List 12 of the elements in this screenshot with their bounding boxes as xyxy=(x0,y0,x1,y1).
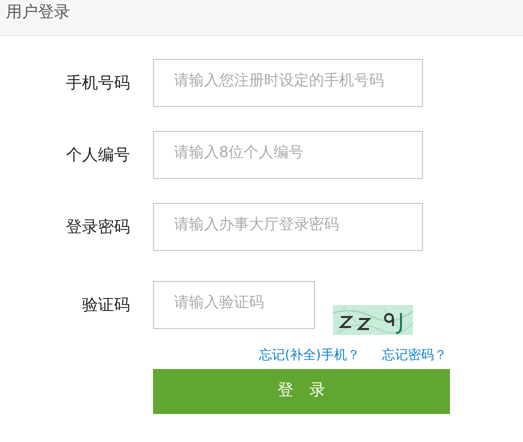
password-field[interactable]: 请输入办事大厅登录密码 xyxy=(153,203,423,251)
field-label: 验证码 xyxy=(82,294,130,316)
text-field[interactable]: 请输入8位个人编号 xyxy=(153,131,423,179)
field-label: 个人编号 xyxy=(66,144,130,166)
field-label: 登录密码 xyxy=(66,216,130,238)
field-label: 手机号码 xyxy=(66,72,130,94)
link[interactable]: 忘记密码？ xyxy=(382,346,447,364)
link[interactable]: 忘记(补全)手机？ xyxy=(258,346,360,364)
captcha-field[interactable]: 请输入验证码 xyxy=(153,281,315,329)
text-field[interactable]: 请输入您注册时设定的手机号码 xyxy=(153,59,423,107)
login-button[interactable]: 登 录 xyxy=(153,369,450,414)
panel-title: 用户登录 xyxy=(6,2,70,23)
